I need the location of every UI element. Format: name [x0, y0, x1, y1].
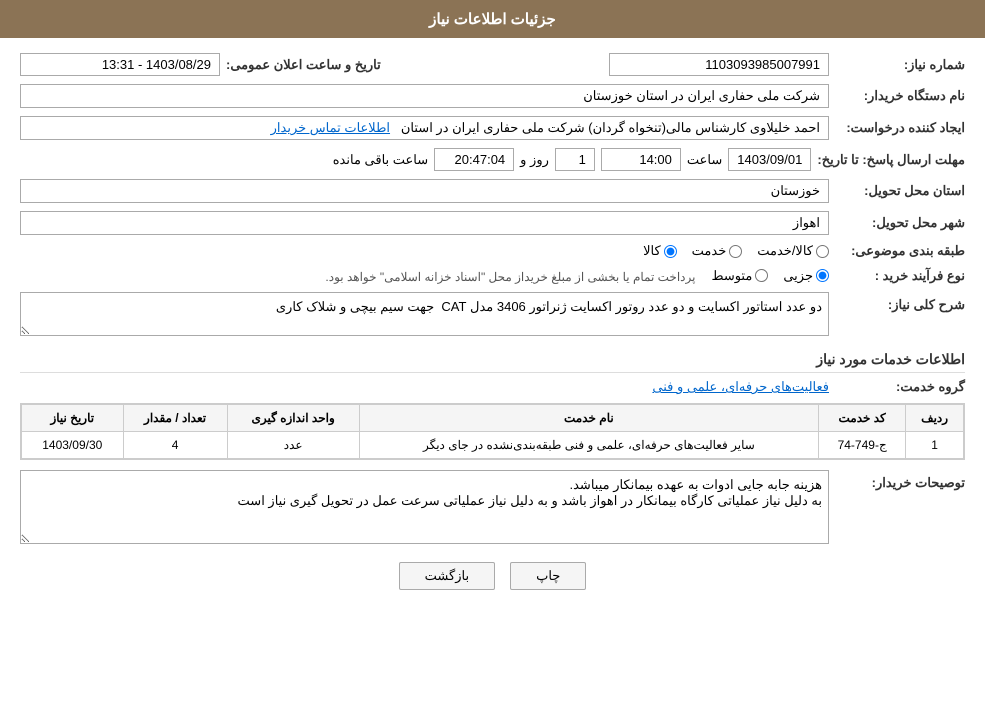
- col-code: کد خدمت: [819, 405, 906, 432]
- province-label: استان محل تحویل:: [835, 183, 965, 199]
- radio-service[interactable]: [729, 245, 742, 258]
- creator-row: ایجاد کننده درخواست: احمد خلیلاوی کارشنا…: [20, 116, 965, 140]
- radio-both[interactable]: [816, 245, 829, 258]
- creator-value: احمد خلیلاوی کارشناس مالی(تنخواه گردان) …: [20, 116, 829, 140]
- deadline-label: مهلت ارسال پاسخ: تا تاریخ:: [817, 152, 965, 168]
- buyer-label: نام دستگاه خریدار:: [835, 88, 965, 104]
- deadline-days: 1: [555, 148, 595, 171]
- category-radio-group: کالا/خدمت خدمت کالا: [643, 243, 829, 259]
- buttons-row: چاپ بازگشت: [20, 562, 965, 590]
- process-label: نوع فرآیند خرید :: [835, 268, 965, 284]
- table-row: 1ج-749-74سایر فعالیت‌های حرفه‌ای، علمی و…: [22, 432, 964, 459]
- radio-partial[interactable]: [816, 269, 829, 282]
- need-desc-label: شرح کلی نیاز:: [835, 297, 965, 313]
- need-desc-wrapper: [20, 292, 829, 339]
- process-medium-item[interactable]: متوسط: [711, 268, 768, 284]
- city-value: اهواز: [20, 211, 829, 235]
- buyer-row: نام دستگاه خریدار: شرکت ملی حفاری ایران …: [20, 84, 965, 108]
- col-row: ردیف: [906, 405, 964, 432]
- deadline-time-label: ساعت: [687, 149, 722, 171]
- service-group-value[interactable]: فعالیت‌های حرفه‌ای، علمی و فنی: [652, 379, 829, 395]
- deadline-time: 14:00: [601, 148, 681, 171]
- services-table-container: ردیف کد خدمت نام خدمت واحد اندازه گیری ت…: [20, 403, 965, 460]
- col-unit: واحد اندازه گیری: [227, 405, 359, 432]
- radio-service-item[interactable]: خدمت: [692, 243, 743, 259]
- page-title: جزئیات اطلاعات نیاز: [429, 11, 556, 28]
- radio-both-item[interactable]: کالا/خدمت: [757, 243, 829, 259]
- deadline-day-label: روز و: [520, 149, 549, 171]
- need-desc-textarea[interactable]: [20, 292, 829, 336]
- city-label: شهر محل تحویل:: [835, 215, 965, 231]
- buyer-notes-wrapper: [20, 470, 829, 547]
- deadline-date: 1403/09/01: [728, 148, 811, 171]
- col-date: تاریخ نیاز: [22, 405, 124, 432]
- province-row: استان محل تحویل: خوزستان: [20, 179, 965, 203]
- need-number-label: شماره نیاز:: [835, 57, 965, 73]
- print-button[interactable]: چاپ: [510, 562, 586, 590]
- need-number-value: 1103093985007991: [609, 53, 829, 76]
- need-desc-row: شرح کلی نیاز:: [20, 292, 965, 339]
- need-number-row: شماره نیاز: 1103093985007991 تاریخ و ساع…: [20, 53, 965, 76]
- creator-label: ایجاد کننده درخواست:: [835, 120, 965, 136]
- service-group-row: گروه خدمت: فعالیت‌های حرفه‌ای، علمی و فن…: [20, 379, 965, 395]
- category-label: طبقه بندی موضوعی:: [835, 243, 965, 259]
- process-partial-item[interactable]: جزیی: [783, 268, 829, 284]
- city-row: شهر محل تحویل: اهواز: [20, 211, 965, 235]
- deadline-remaining-label: ساعت باقی مانده: [333, 149, 428, 171]
- service-group-label: گروه خدمت:: [835, 379, 965, 395]
- col-name: نام خدمت: [359, 405, 818, 432]
- announce-value: 1403/08/29 - 13:31: [20, 53, 220, 76]
- service-info-title: اطلاعات خدمات مورد نیاز: [20, 351, 965, 373]
- col-qty: تعداد / مقدار: [123, 405, 227, 432]
- services-table: ردیف کد خدمت نام خدمت واحد اندازه گیری ت…: [21, 404, 964, 459]
- process-description: پرداخت تمام یا بخشی از مبلغ خریداز محل "…: [325, 270, 695, 284]
- deadline-remaining: 20:47:04: [434, 148, 514, 171]
- buyer-value: شرکت ملی حفاری ایران در استان خوزستان: [20, 84, 829, 108]
- process-radio-group: جزیی متوسط: [711, 268, 829, 284]
- buyer-notes-textarea[interactable]: [20, 470, 829, 544]
- creator-contact-link[interactable]: اطلاعات تماس خریدار: [271, 120, 390, 135]
- deadline-row: مهلت ارسال پاسخ: تا تاریخ: 1403/09/01 سا…: [20, 148, 965, 171]
- announce-label: تاریخ و ساعت اعلان عمومی:: [226, 57, 381, 73]
- page-header: جزئیات اطلاعات نیاز: [0, 0, 985, 38]
- radio-medium[interactable]: [755, 269, 768, 282]
- province-value: خوزستان: [20, 179, 829, 203]
- back-button[interactable]: بازگشت: [399, 562, 495, 590]
- category-row: طبقه بندی موضوعی: کالا/خدمت خدمت کالا: [20, 243, 965, 259]
- radio-goods-item[interactable]: کالا: [643, 243, 677, 259]
- buyer-notes-label: توصیحات خریدار:: [835, 475, 965, 491]
- radio-goods[interactable]: [664, 245, 677, 258]
- buyer-notes-row: توصیحات خریدار:: [20, 470, 965, 547]
- process-row: نوع فرآیند خرید : جزیی متوسط پرداخت تمام…: [20, 267, 965, 284]
